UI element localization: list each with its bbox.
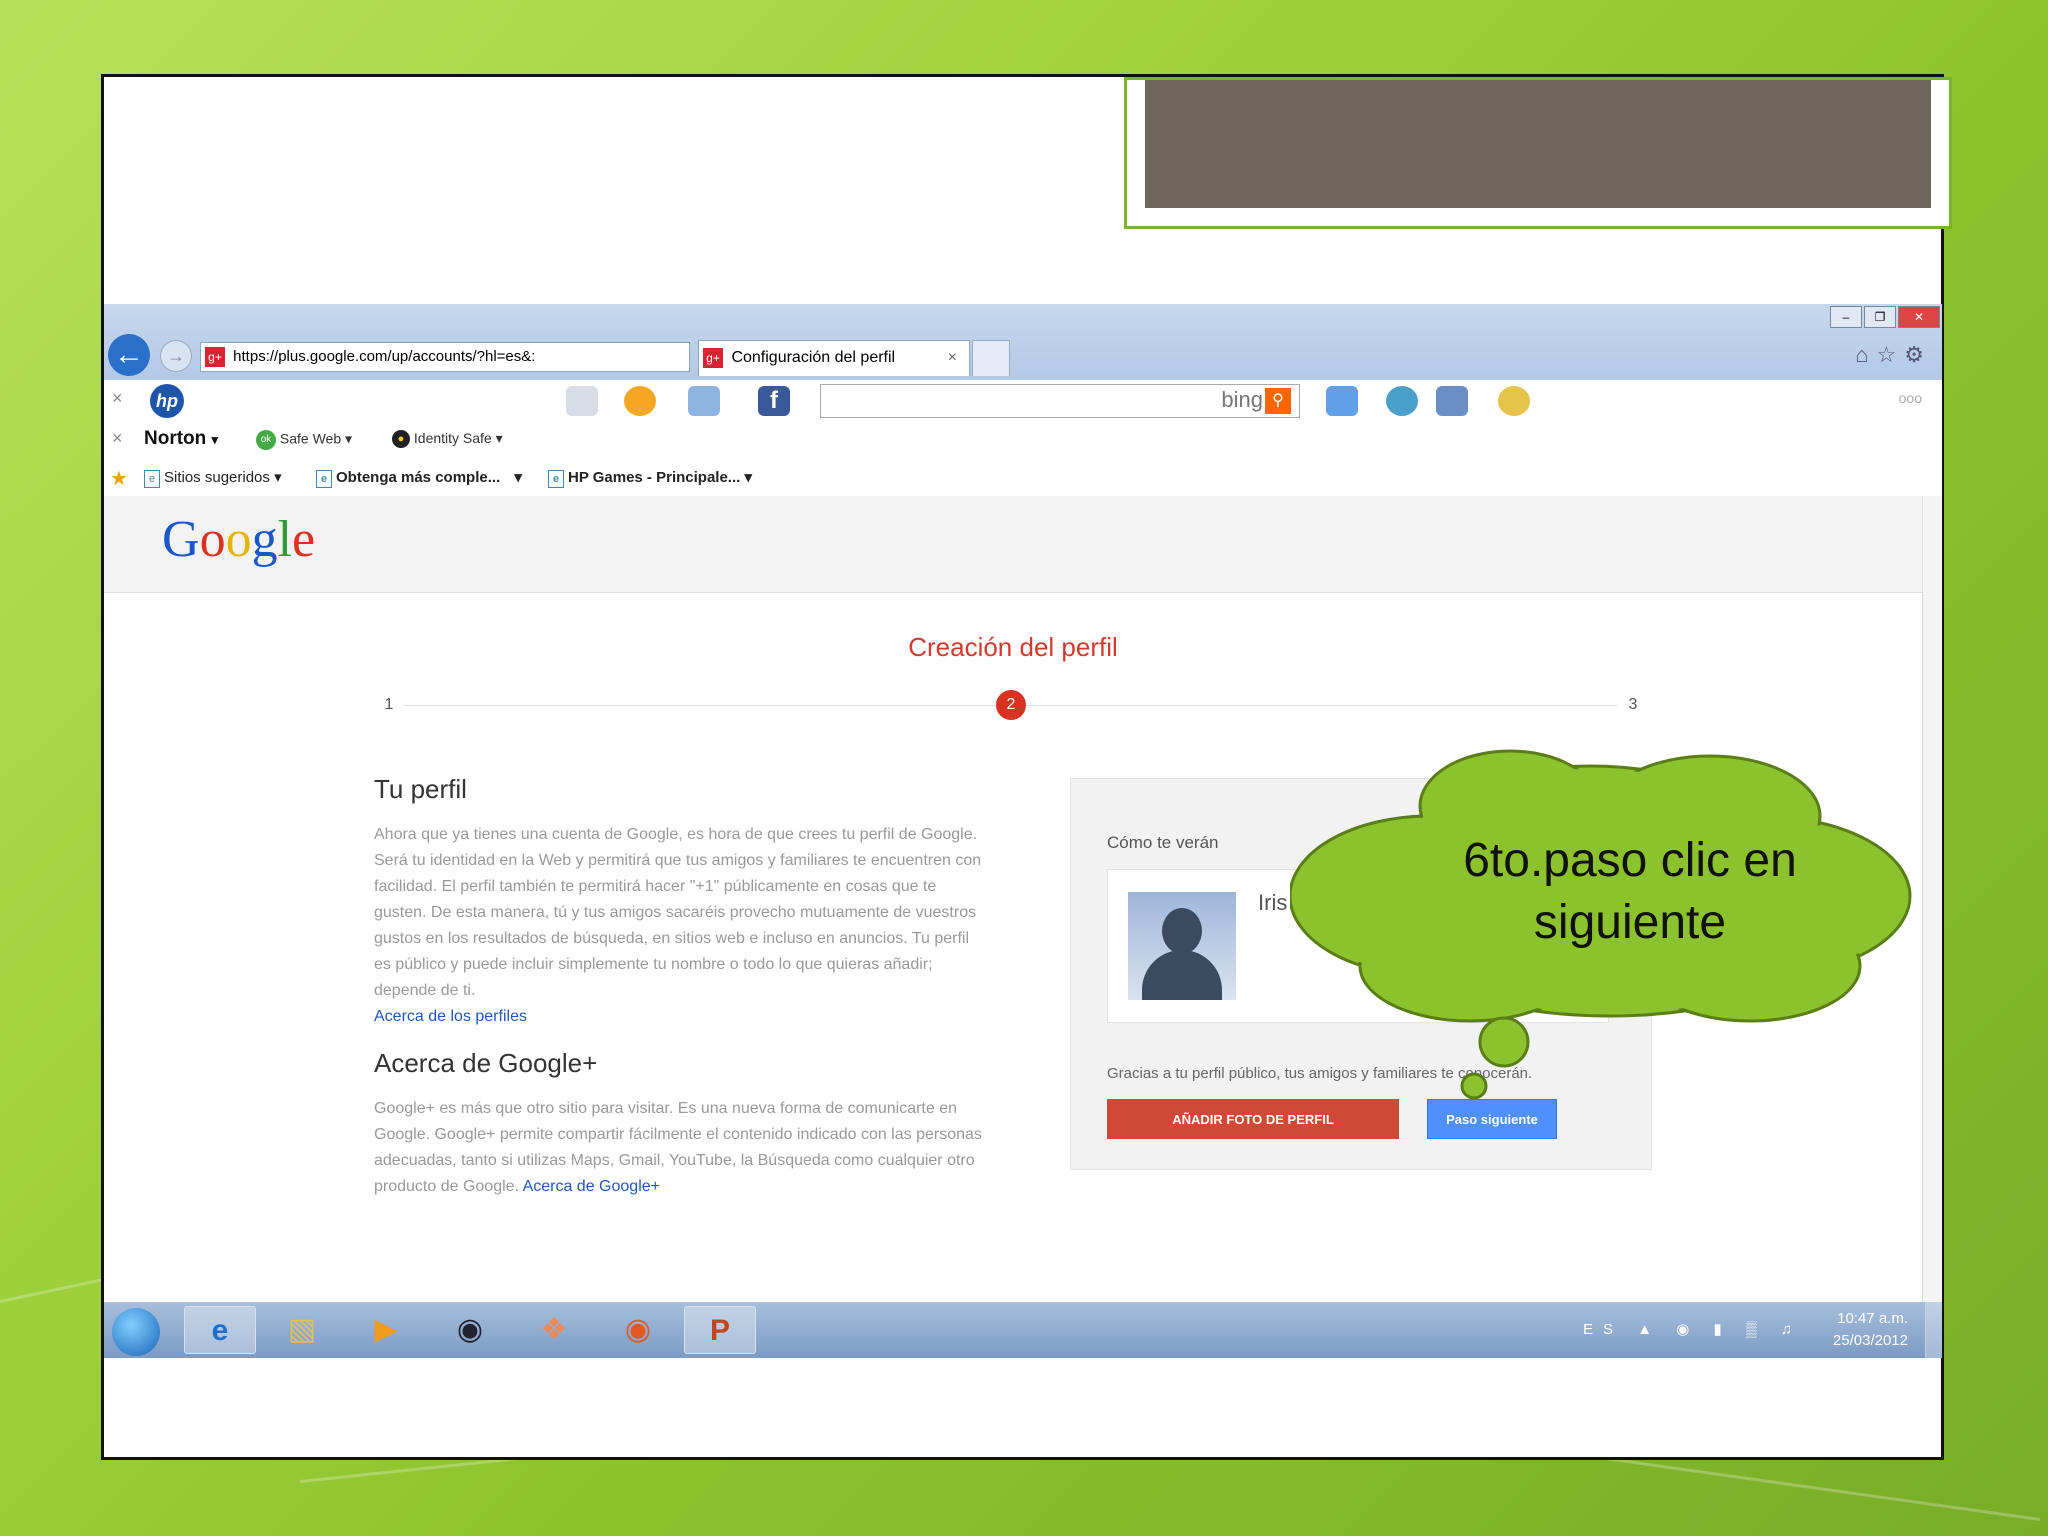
google-header: Google bbox=[104, 496, 1922, 593]
browser-right-icons: ⌂☆⚙ bbox=[1855, 342, 1932, 368]
magnifier-icon: ⚲ bbox=[1265, 388, 1291, 415]
forward-button[interactable]: → bbox=[160, 340, 192, 372]
taskbar-app-icon[interactable]: ❖ bbox=[518, 1306, 590, 1354]
taskbar-media-player-icon[interactable]: ▶ bbox=[350, 1306, 422, 1354]
taskbar-firefox-icon[interactable]: ◉ bbox=[602, 1306, 674, 1354]
identity-safe-menu[interactable]: ● Identity Safe ▾ bbox=[392, 430, 503, 449]
favorites-bar: ★ e Sitios sugeridos ▾ e Obtenga más compl… bbox=[104, 458, 1942, 497]
step-1: 1 bbox=[374, 690, 404, 720]
games-icon[interactable] bbox=[1386, 386, 1418, 416]
avatar bbox=[1128, 892, 1236, 1000]
hp-logo: hp bbox=[150, 384, 184, 418]
battery-icon[interactable]: ▮ bbox=[1714, 1321, 1732, 1338]
restore-button[interactable]: ❐ bbox=[1864, 306, 1896, 328]
clock[interactable]: 10:47 a.m. 25/03/2012 bbox=[1833, 1308, 1908, 1352]
volume-icon[interactable]: ♫ bbox=[1781, 1321, 1802, 1338]
tab-title: Configuración del perfil bbox=[731, 349, 896, 366]
ie-page-icon: e bbox=[144, 470, 160, 488]
taskbar-folder-icon[interactable]: ▧ bbox=[266, 1306, 338, 1354]
norton-toolbar: × Norton ▾ ok Safe Web ▾ ● Identity Safe… bbox=[104, 422, 1942, 458]
start-button[interactable] bbox=[112, 1308, 160, 1356]
tab-close-icon[interactable]: × bbox=[948, 341, 957, 375]
page-title: Creación del perfil bbox=[908, 632, 1118, 662]
video-icon[interactable] bbox=[1436, 386, 1468, 416]
system-tray: ES ▲ ◉ ▮ ▒ ♫ bbox=[1583, 1320, 1802, 1338]
window-controls: – ❐ ✕ bbox=[1828, 306, 1940, 328]
close-toolbar-icon[interactable]: × bbox=[112, 388, 123, 409]
facebook-icon[interactable]: f bbox=[758, 386, 790, 416]
avatar-head bbox=[1162, 908, 1202, 954]
taskbar-ie-icon[interactable]: e bbox=[184, 1306, 256, 1354]
google-logo[interactable]: Google bbox=[162, 510, 315, 569]
favorite-sitios-sugeridos[interactable]: e Sitios sugeridos ▾ bbox=[144, 468, 282, 488]
network-signal-icon[interactable]: ▒ bbox=[1746, 1321, 1767, 1338]
avatar-body bbox=[1142, 950, 1222, 1000]
clock-time: 10:47 a.m. bbox=[1837, 1310, 1908, 1327]
callout-text: 6to.paso clic en siguiente bbox=[1330, 830, 1930, 954]
ie-page-icon: e bbox=[316, 470, 332, 488]
taskbar-hp-icon[interactable]: ◉ bbox=[434, 1306, 506, 1354]
callout-line-1: 6to.paso clic en bbox=[1463, 834, 1797, 887]
close-window-button[interactable]: ✕ bbox=[1898, 306, 1940, 328]
about-gplus-link[interactable]: Acerca de Google+ bbox=[523, 1178, 660, 1195]
weather-sun-icon[interactable] bbox=[624, 386, 656, 416]
ie-page-icon: e bbox=[548, 470, 564, 488]
toolbar-more-icon[interactable]: ooo bbox=[1899, 390, 1922, 406]
gplus-description: Google+ es más que otro sitio para visit… bbox=[374, 1100, 982, 1195]
norton-menu[interactable]: Norton ▾ bbox=[144, 428, 218, 450]
favorites-star-icon[interactable]: ☆ bbox=[1877, 342, 1905, 367]
profile-description: Ahora que ya tienes una cuenta de Google… bbox=[374, 826, 982, 1025]
hp-toolbar: × hp f bing ⚲ ooo bbox=[104, 380, 1942, 422]
favorites-star-icon[interactable]: ★ bbox=[110, 466, 128, 491]
gear-icon[interactable]: ⚙ bbox=[1904, 342, 1932, 367]
toolbar-search-input[interactable]: bing ⚲ bbox=[820, 384, 1300, 418]
ok-icon: ok bbox=[256, 430, 276, 450]
clock-date: 25/03/2012 bbox=[1832, 1332, 1908, 1349]
bing-search-button[interactable]: bing ⚲ bbox=[1221, 387, 1291, 415]
show-desktop-button[interactable] bbox=[1925, 1302, 1942, 1358]
browser-titlebar: ← → g+ https://plus.google.com/up/accoun… bbox=[104, 304, 1942, 380]
callout-line-2: siguiente bbox=[1533, 896, 1727, 949]
about-profiles-link[interactable]: Acerca de los perfiles bbox=[374, 1008, 527, 1025]
cloud-bubble-large bbox=[1478, 1016, 1530, 1068]
address-bar[interactable]: g+ https://plus.google.com/up/accounts/?… bbox=[200, 342, 690, 372]
favorite-hp-games[interactable]: e HP Games - Principale... ▾ bbox=[548, 468, 752, 488]
mail-icon[interactable] bbox=[688, 386, 720, 416]
taskbar-powerpoint-icon[interactable]: P bbox=[684, 1306, 756, 1354]
preview-label: Cómo te verán bbox=[1107, 833, 1219, 852]
favorite-obtenga-mas[interactable]: e Obtenga más comple... ▾ bbox=[316, 468, 522, 488]
new-tab-button[interactable] bbox=[972, 340, 1010, 376]
hp-tag-icon[interactable] bbox=[1326, 386, 1358, 416]
step-3: 3 bbox=[1618, 690, 1648, 720]
printer-icon[interactable] bbox=[566, 386, 598, 416]
close-toolbar-icon[interactable]: × bbox=[112, 428, 123, 449]
google-plus-favicon-icon: g+ bbox=[703, 347, 723, 368]
language-indicator[interactable]: ES bbox=[1583, 1321, 1623, 1338]
google-plus-favicon-icon: g+ bbox=[205, 347, 225, 368]
gplus-heading: Acerca de Google+ bbox=[374, 1048, 598, 1078]
cloud-bubble-small bbox=[1460, 1072, 1488, 1100]
tab-configuracion-perfil[interactable]: g+ Configuración del perfil × bbox=[698, 340, 970, 376]
tray-app-icon[interactable]: ◉ bbox=[1676, 1321, 1699, 1338]
minimize-button[interactable]: – bbox=[1830, 306, 1862, 328]
lock-icon: ● bbox=[392, 430, 410, 449]
safe-web-menu[interactable]: ok Safe Web ▾ bbox=[256, 430, 352, 450]
address-url: https://plus.google.com/up/accounts/?hl=… bbox=[233, 348, 536, 365]
windows-taskbar: e ▧ ▶ ◉ ❖ ◉ P ES ▲ ◉ ▮ ▒ ♫ 10:47 a.m. 25… bbox=[104, 1302, 1942, 1358]
title-placeholder bbox=[1124, 77, 1952, 229]
home-icon[interactable]: ⌂ bbox=[1855, 342, 1876, 367]
photos-icon[interactable] bbox=[1498, 386, 1530, 416]
tray-expand-icon[interactable]: ▲ bbox=[1637, 1321, 1662, 1338]
profile-heading: Tu perfil bbox=[374, 774, 467, 804]
back-button[interactable]: ← bbox=[108, 334, 150, 376]
title-placeholder-fill bbox=[1145, 80, 1931, 208]
step-2: 2 bbox=[996, 690, 1026, 720]
